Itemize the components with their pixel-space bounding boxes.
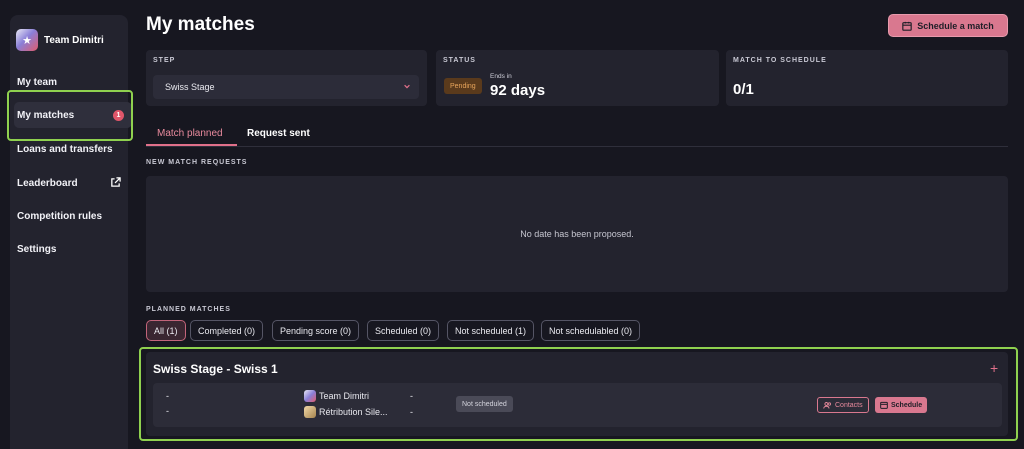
sidebar-item-label: Competition rules bbox=[17, 210, 103, 222]
team-avatar: ★ bbox=[16, 29, 38, 51]
team-name: Team Dimitri bbox=[44, 34, 104, 46]
tab-match-planned[interactable]: Match planned bbox=[157, 128, 223, 139]
planned-matches-heading: PLANNED MATCHES bbox=[146, 306, 231, 313]
tab-request-sent[interactable]: Request sent bbox=[247, 128, 310, 139]
filter-not-scheduled[interactable]: Not scheduled (1) bbox=[447, 320, 535, 341]
sidebar-item-competition-rules[interactable]: Competition rules bbox=[17, 203, 129, 229]
sidebar-item-label: Settings bbox=[17, 243, 57, 255]
step-value: Swiss Stage bbox=[165, 82, 215, 92]
sidebar-item-leaderboard[interactable]: Leaderboard bbox=[17, 170, 129, 196]
page-title: My matches bbox=[146, 14, 255, 35]
team2-score: - bbox=[410, 407, 413, 417]
contacts-label: Contacts bbox=[835, 401, 863, 409]
team1-avatar bbox=[304, 390, 316, 402]
match-requests-panel: No date has been proposed. bbox=[146, 176, 1008, 292]
team1-name: Team Dimitri bbox=[319, 391, 370, 401]
filter-scheduled[interactable]: Scheduled (0) bbox=[367, 320, 440, 341]
match-date: - bbox=[166, 391, 169, 401]
expand-plus-icon[interactable]: + bbox=[990, 360, 998, 376]
match-time: - bbox=[166, 406, 169, 416]
active-tab-indicator bbox=[146, 144, 237, 146]
step-label: STEP bbox=[153, 57, 176, 64]
ends-in-label: Ends in bbox=[490, 73, 512, 80]
sidebar-item-label: Loans and transfers bbox=[17, 143, 113, 155]
contacts-button[interactable]: Contacts bbox=[817, 397, 869, 413]
sidebar: ★ Team Dimitri My team My matches 1 Loan… bbox=[10, 15, 132, 449]
highlight-frame-sidebar bbox=[7, 90, 133, 141]
days-remaining: 92 days bbox=[490, 82, 546, 99]
empty-state-text: No date has been proposed. bbox=[520, 229, 634, 239]
sidebar-item-label: Leaderboard bbox=[17, 177, 78, 189]
match-group-title: Swiss Stage - Swiss 1 bbox=[153, 362, 278, 376]
users-icon bbox=[823, 401, 831, 409]
schedule-label: Schedule bbox=[891, 401, 923, 409]
team2-avatar bbox=[304, 406, 316, 418]
filter-not-schedulable[interactable]: Not schedulabled (0) bbox=[541, 320, 641, 341]
team2-name: Rétribution Sile... bbox=[319, 407, 388, 417]
filter-all[interactable]: All (1) bbox=[146, 320, 186, 341]
chevron-down-icon bbox=[404, 84, 410, 89]
status-card: STATUS Pending Ends in 92 days bbox=[436, 50, 719, 106]
pending-badge: Pending bbox=[444, 78, 482, 94]
sidebar-item-label: My team bbox=[17, 76, 58, 88]
filter-pending-score[interactable]: Pending score (0) bbox=[272, 320, 360, 341]
schedule-button[interactable]: Schedule bbox=[875, 397, 928, 413]
new-match-requests-heading: NEW MATCH REQUESTS bbox=[146, 159, 248, 166]
calendar-icon bbox=[902, 21, 912, 31]
match-to-schedule-label: MATCH TO SCHEDULE bbox=[733, 57, 827, 64]
match-status-badge: Not scheduled bbox=[456, 396, 513, 412]
status-label: STATUS bbox=[443, 57, 476, 64]
step-select[interactable]: Swiss Stage bbox=[153, 75, 419, 99]
step-card: STEP Swiss Stage bbox=[146, 50, 427, 106]
sidebar-item-settings[interactable]: Settings bbox=[17, 236, 129, 262]
calendar-icon bbox=[880, 401, 888, 409]
schedule-match-button[interactable]: Schedule a match bbox=[888, 14, 1008, 37]
match-to-schedule-value: 0/1 bbox=[733, 81, 754, 98]
external-link-icon bbox=[111, 177, 121, 187]
tabs-divider bbox=[146, 146, 1008, 147]
schedule-match-label: Schedule a match bbox=[917, 20, 994, 31]
filter-completed[interactable]: Completed (0) bbox=[190, 320, 264, 341]
match-to-schedule-card: MATCH TO SCHEDULE 0/1 bbox=[726, 50, 1008, 106]
team1-score: - bbox=[410, 391, 413, 401]
team-header[interactable]: ★ Team Dimitri bbox=[16, 29, 104, 51]
